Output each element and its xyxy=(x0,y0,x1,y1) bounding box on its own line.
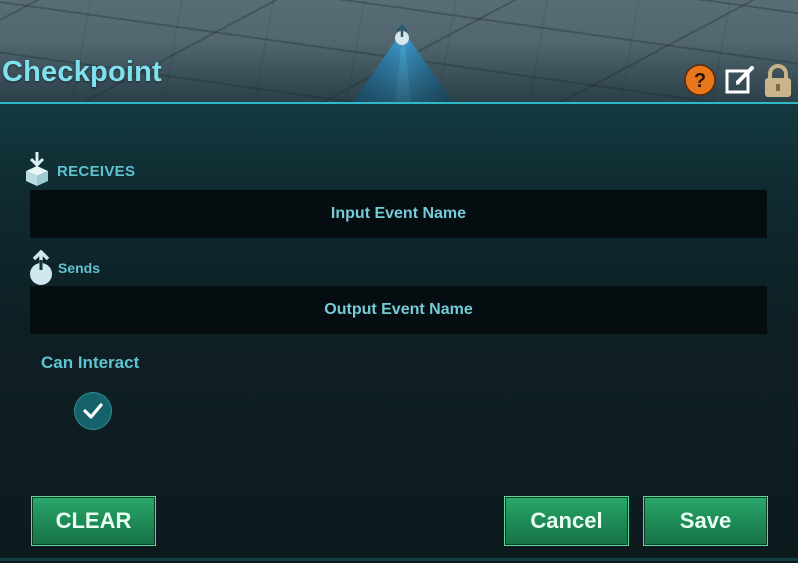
can-interact-label: Can Interact xyxy=(41,353,140,372)
clear-button[interactable]: CLEAR xyxy=(31,496,156,546)
sends-label: Sends xyxy=(58,260,101,276)
cancel-button[interactable]: Cancel xyxy=(504,496,629,546)
receive-box-icon xyxy=(26,152,48,186)
save-button[interactable]: Save xyxy=(643,496,768,546)
output-event-name-field[interactable]: Output Event Name xyxy=(30,286,767,334)
checkmark-icon xyxy=(83,403,103,419)
can-interact-checkbox[interactable] xyxy=(74,392,112,430)
svg-text:?: ? xyxy=(694,70,706,92)
help-icon[interactable]: ? xyxy=(684,64,716,96)
page-title: Checkpoint xyxy=(2,56,162,88)
send-icon xyxy=(395,24,409,45)
edit-icon[interactable] xyxy=(724,64,756,96)
input-event-name-field[interactable]: Input Event Name xyxy=(30,190,767,238)
send-icon xyxy=(30,250,52,285)
receives-label: RECEIVES xyxy=(57,163,136,180)
lock-icon[interactable] xyxy=(762,64,794,98)
